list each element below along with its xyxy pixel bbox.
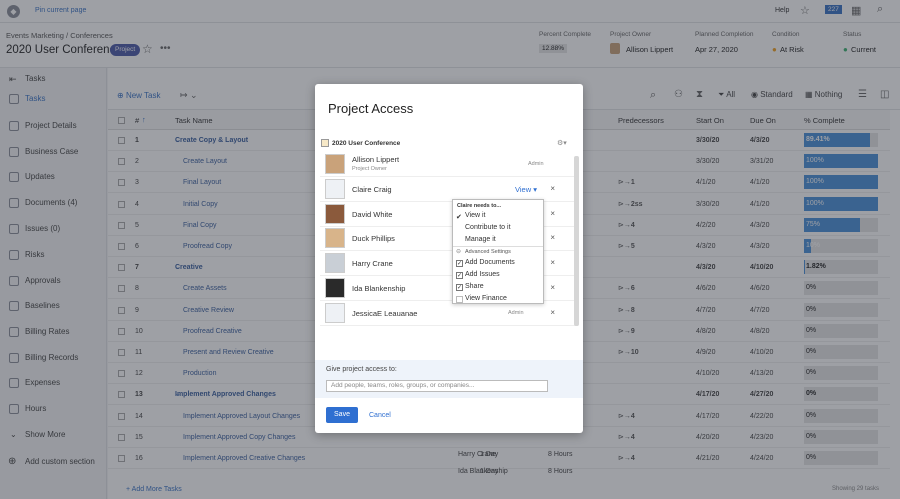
- advanced-settings-icon: ⊖: [456, 249, 462, 255]
- remove-user-icon[interactable]: ×: [550, 308, 555, 317]
- user-name: David White: [352, 209, 393, 219]
- user-list-scrollbar[interactable]: [574, 156, 579, 326]
- option-view-it[interactable]: View it: [465, 212, 486, 219]
- add-issues-label: Add Issues: [465, 271, 500, 278]
- user-name: Claire Craig: [352, 184, 392, 194]
- avatar: [325, 302, 345, 323]
- cancel-button[interactable]: Cancel: [369, 412, 391, 419]
- remove-user-icon[interactable]: ×: [550, 258, 555, 267]
- avatar: [325, 253, 345, 274]
- avatar: [325, 228, 345, 249]
- view-finance-label: View Finance: [465, 295, 507, 302]
- add-issues-checkbox[interactable]: ✓: [456, 272, 463, 279]
- user-row: Allison Lippert Project Owner Admin: [320, 152, 578, 177]
- settings-gear-icon[interactable]: ⚙▾: [557, 139, 567, 147]
- add-documents-checkbox[interactable]: ✓: [456, 260, 463, 267]
- user-name: Ida Blankenship: [352, 284, 406, 293]
- remove-user-icon[interactable]: ×: [550, 233, 555, 242]
- user-name: JessicaE Leauanae: [352, 308, 418, 318]
- project-icon: [321, 139, 329, 147]
- user-row: JessicaE Leauanae Admin ×: [320, 301, 578, 326]
- add-documents-label: Add Documents: [465, 259, 515, 266]
- option-contribute[interactable]: Contribute to it: [465, 224, 511, 231]
- remove-user-icon[interactable]: ×: [550, 283, 555, 292]
- view-finance-checkbox[interactable]: [456, 296, 463, 303]
- give-access-label: Give project access to:: [326, 366, 397, 373]
- avatar: [325, 154, 345, 174]
- give-access-input[interactable]: Add people, teams, roles, groups, or com…: [326, 380, 548, 392]
- share-checkbox[interactable]: ✓: [456, 284, 463, 291]
- user-name: Harry Crane: [352, 259, 393, 269]
- permission-select[interactable]: View ▾: [515, 185, 537, 194]
- user-role-subtitle: Project Owner: [352, 166, 387, 172]
- remove-user-icon[interactable]: ×: [550, 209, 555, 218]
- avatar: [325, 203, 345, 224]
- avatar: [325, 278, 345, 298]
- avatar: [325, 178, 345, 199]
- dialog-title: Project Access: [328, 101, 414, 116]
- remove-user-icon[interactable]: ×: [550, 184, 555, 193]
- share-label: Share: [465, 283, 484, 290]
- checkmark-icon: ✔: [456, 214, 462, 221]
- option-manage[interactable]: Manage it: [465, 236, 496, 243]
- give-access-section: Give project access to: Add people, team…: [315, 360, 583, 398]
- project-name: 2020 User Conference: [332, 140, 401, 147]
- user-name: Duck Phillips: [352, 234, 395, 244]
- admin-label: Admin: [508, 309, 524, 316]
- save-button[interactable]: Save: [326, 407, 358, 423]
- permission-dropdown: Claire needs to... ✔ View it Contribute …: [452, 199, 544, 304]
- admin-label: Admin: [528, 161, 544, 167]
- divider: [453, 246, 543, 247]
- dropdown-heading: Claire needs to...: [457, 203, 502, 209]
- user-name: Allison Lippert: [352, 155, 400, 164]
- advanced-settings-label: Advanced Settings: [465, 249, 511, 255]
